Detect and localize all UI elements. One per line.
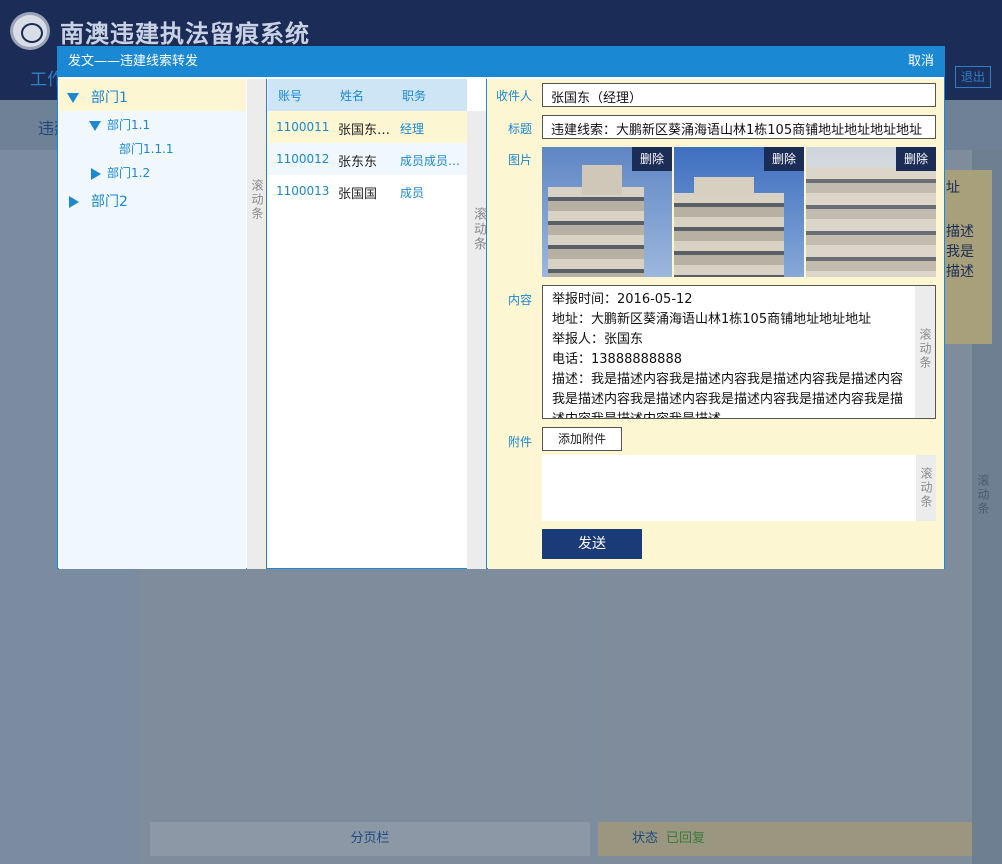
dialog-header: 发文——违建线索转发 取消 xyxy=(58,47,944,77)
collapse-arrow-icon[interactable] xyxy=(91,167,101,180)
add-attachment-button[interactable]: 添加附件 xyxy=(542,427,622,451)
building-photo: 删除 xyxy=(674,147,804,277)
recipient-field[interactable]: 张国东（经理） xyxy=(542,83,936,107)
tree-scrollbar[interactable]: 滚动条 xyxy=(247,79,267,569)
cell-name: 张东东 xyxy=(338,155,378,170)
exit-button[interactable]: 退出 xyxy=(955,66,991,88)
bg-scrollbar[interactable]: 滚动条 xyxy=(975,474,992,516)
tree-item-label: 部门1.1.1 xyxy=(119,142,174,156)
dialog-title: 发文——违建线索转发 xyxy=(68,54,199,69)
cancel-button[interactable]: 取消 xyxy=(908,47,934,77)
photo-building xyxy=(694,177,754,197)
table-row[interactable]: 1100012 张东东 成员成员成员 xyxy=(268,143,467,175)
tree-item-dept1[interactable]: 部门1 xyxy=(67,87,128,107)
collapse-arrow-icon[interactable] xyxy=(69,196,79,208)
bg-status-bar: 状态 已回复 xyxy=(598,822,972,856)
bg-document-snippet: 址 描述 我是 描述 xyxy=(944,170,992,344)
photo-building xyxy=(548,187,644,277)
cell-account: 1100012 xyxy=(276,152,330,166)
building-photo: 删除 xyxy=(806,147,936,277)
table-row[interactable]: 1100013 张国国 成员 xyxy=(268,175,467,207)
app-title: 南澳违建执法留痕系统 xyxy=(60,20,310,48)
cell-account: 1100013 xyxy=(276,184,330,198)
bg-doc-line: 址 xyxy=(946,180,960,196)
photo-building xyxy=(582,165,622,195)
cell-role: 成员 xyxy=(400,186,425,200)
attachment-list: 滚动条 xyxy=(542,455,936,521)
title-label: 标题 xyxy=(508,122,533,136)
send-button[interactable]: 发送 xyxy=(542,529,642,559)
column-divider xyxy=(486,79,487,569)
delete-image-button[interactable]: 删除 xyxy=(764,147,804,171)
column-divider xyxy=(266,79,267,569)
images-label: 图片 xyxy=(508,153,533,167)
column-header-name[interactable]: 姓名 xyxy=(340,87,364,104)
title-field[interactable]: 违建线索：大鹏新区葵涌海语山林1栋105商铺地址地址地址地址 xyxy=(542,115,936,139)
content-line: 地址：大鹏新区葵涌海语山林1栋105商铺地址地址地址 xyxy=(552,312,872,327)
table-row[interactable]: 1100011 张国东（经理） 经理 xyxy=(268,111,467,143)
tree-item-label: 部门1 xyxy=(91,90,128,106)
tree-item-dept1-2[interactable]: 部门1.2 xyxy=(91,164,150,181)
content-line: 电话：13888888888 xyxy=(552,352,682,367)
content-line: 举报时间：2016-05-12 xyxy=(552,292,693,307)
bg-doc-line: 描述 xyxy=(946,264,974,280)
status-label: 状态 xyxy=(632,831,659,846)
cell-role: 经理 xyxy=(400,122,425,136)
scrollbar-label: 滚动条 xyxy=(250,179,264,221)
cell-role: 成员成员成员 xyxy=(400,154,462,168)
emblem-icon xyxy=(10,12,50,50)
attachment-label: 附件 xyxy=(508,435,533,449)
tree-item-label: 部门1.2 xyxy=(107,166,151,180)
content-line: 举报人：张国东 xyxy=(552,332,644,347)
column-header-role[interactable]: 职务 xyxy=(402,87,426,104)
scrollbar-label: 滚动条 xyxy=(918,328,932,370)
cell-account: 1100011 xyxy=(276,120,330,134)
tree-item-dept2[interactable]: 部门2 xyxy=(69,191,128,211)
bg-doc-line: 我是 xyxy=(946,244,974,260)
recipient-label: 收件人 xyxy=(496,89,533,103)
column-header-account[interactable]: 账号 xyxy=(278,87,302,104)
content-text: 举报时间：2016-05-12 地址：大鹏新区葵涌海语山林1栋105商铺地址地址… xyxy=(552,290,914,418)
content-textarea[interactable]: 举报时间：2016-05-12 地址：大鹏新区葵涌海语山林1栋105商铺地址地址… xyxy=(542,285,936,419)
photo-building xyxy=(806,167,936,277)
tree-item-dept1-1[interactable]: 部门1.1 xyxy=(89,116,150,133)
user-table-header: 账号 姓名 职务 xyxy=(268,79,467,111)
attachment-scrollbar[interactable]: 滚动条 xyxy=(916,455,936,521)
content-line: 描述：我是描述内容我是描述内容我是描述内容我是描述内容我是描述内容我是描述内容我… xyxy=(552,372,904,418)
tree-item-label: 部门1.1 xyxy=(107,118,151,132)
expand-arrow-icon[interactable] xyxy=(67,93,79,103)
tree-item-label: 部门2 xyxy=(91,194,128,210)
content-label: 内容 xyxy=(508,293,533,307)
table-scrollbar[interactable]: 滚动条 xyxy=(467,111,487,569)
message-form: 收件人 张国东（经理） 标题 违建线索：大鹏新区葵涌海语山林1栋105商铺地址地… xyxy=(488,79,944,569)
photo-building xyxy=(674,193,784,277)
bg-doc-line: 描述 xyxy=(946,224,974,240)
delete-image-button[interactable]: 删除 xyxy=(896,147,936,171)
expand-arrow-icon[interactable] xyxy=(89,120,101,131)
building-photo: 删除 xyxy=(542,147,672,277)
cell-name: 张国东（经理） xyxy=(338,123,394,138)
forward-dialog: 发文——违建线索转发 取消 部门1 部门1.1 部门1.1.1 部门1.2 部门… xyxy=(57,46,945,569)
delete-image-button[interactable]: 删除 xyxy=(632,147,672,171)
bg-pager[interactable]: 分页栏 xyxy=(150,822,590,856)
tree-item-dept1-1-1[interactable]: 部门1.1.1 xyxy=(119,140,174,157)
status-value: 已回复 xyxy=(666,831,706,846)
scrollbar-label: 滚动条 xyxy=(919,467,933,509)
content-scrollbar[interactable]: 滚动条 xyxy=(915,286,935,418)
department-tree: 部门1 部门1.1 部门1.1.1 部门1.2 部门2 xyxy=(59,79,246,569)
cell-name: 张国国 xyxy=(338,187,378,202)
